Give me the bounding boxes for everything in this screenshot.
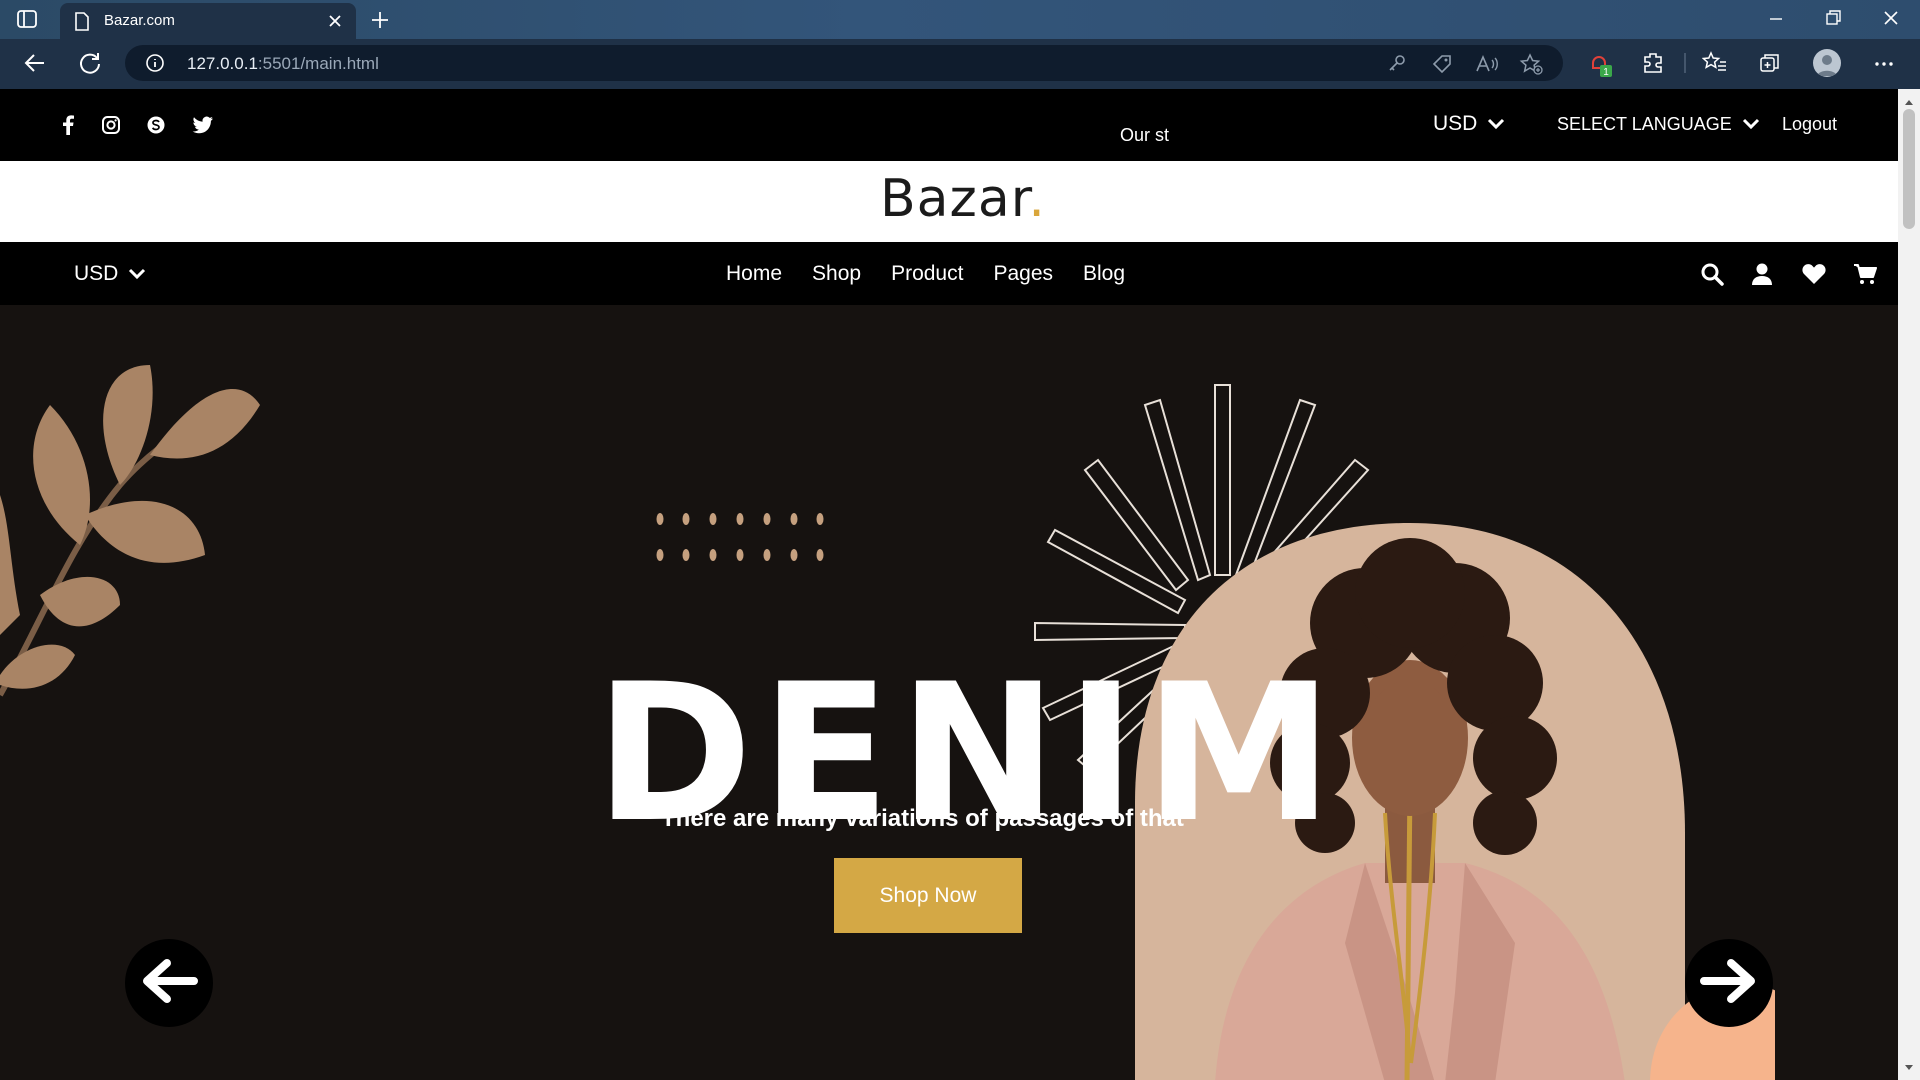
site-info-icon[interactable] [145,53,165,78]
main-navbar: USD Home Shop Product Pages Blog [0,242,1898,305]
new-tab-icon[interactable] [368,8,392,37]
hero-banner: DENIM There are many variations of passa… [0,305,1898,1080]
page-icon [74,12,90,36]
logo-dot: . [1028,169,1046,229]
user-icon[interactable] [1751,262,1773,291]
hero-subtitle: There are many variations of passages of… [661,805,1184,832]
collections-icon[interactable] [1758,51,1782,80]
key-icon[interactable] [1387,53,1407,78]
page-viewport: Our st USD SELECT LANGUAGE Logout Bazar.… [0,89,1898,1080]
profile-avatar-icon[interactable] [1813,49,1841,77]
url-path: :5501/main.html [257,54,379,73]
browser-tab[interactable]: Bazar.com [60,3,356,39]
next-slide-button[interactable] [1685,939,1773,1027]
tab-actions-icon[interactable] [16,8,42,32]
favorites-icon[interactable] [1701,51,1728,80]
chevron-down-icon [1742,114,1760,135]
url-field[interactable]: 127.0.0.1:5501/main.html [125,45,1563,81]
topbar-currency-label: USD [1433,112,1478,135]
close-window-icon[interactable] [1881,8,1901,33]
arrow-right-icon [1699,956,1759,1011]
extension-badge: 1 [1603,67,1609,78]
menu-item-pages[interactable]: Pages [993,262,1053,286]
language-select[interactable]: SELECT LANGUAGE [1557,114,1760,135]
url-text: 127.0.0.1:5501/main.html [187,54,379,74]
extension-alert-icon[interactable]: 1 [1588,51,1614,84]
reload-icon[interactable] [77,50,103,81]
menu-item-home[interactable]: Home [726,262,782,286]
url-host: 127.0.0.1 [187,54,258,73]
twitter-icon[interactable] [192,115,214,140]
toolbar-separator [1684,53,1686,78]
page-scrollbar[interactable] [1898,89,1920,1080]
logo-bar: Bazar. [0,161,1898,242]
add-favorite-icon[interactable] [1519,53,1543,80]
logout-link[interactable]: Logout [1782,114,1837,135]
chevron-down-icon [1487,112,1505,136]
more-menu-icon[interactable] [1872,52,1896,81]
leaf-branch-graphic [0,365,260,697]
shop-now-button[interactable]: Shop Now [834,858,1022,933]
marquee-text: Our st [1120,125,1170,145]
skype-icon[interactable] [146,115,166,140]
heart-icon[interactable] [1801,262,1827,291]
top-bar: Our st USD SELECT LANGUAGE Logout [0,89,1898,161]
prev-slide-button[interactable] [125,939,213,1027]
tag-icon[interactable] [1431,53,1453,80]
menu-item-product[interactable]: Product [891,262,963,286]
nav-currency-label: USD [74,262,119,285]
nav-currency-select[interactable]: USD [74,262,146,286]
search-icon[interactable] [1700,262,1724,291]
topbar-currency-select[interactable]: USD [1433,112,1505,136]
site-logo[interactable]: Bazar. [880,169,1046,229]
address-bar: 127.0.0.1:5501/main.html 1 [0,39,1920,89]
scrollbar-thumb[interactable] [1903,109,1915,229]
facebook-icon[interactable] [60,115,76,140]
minimize-icon[interactable] [1766,8,1786,33]
extensions-icon[interactable] [1641,51,1665,80]
close-tab-icon[interactable] [326,12,344,35]
tab-title: Bazar.com [104,12,175,29]
main-menu: Home Shop Product Pages Blog [726,262,1125,286]
language-label: SELECT LANGUAGE [1557,114,1732,134]
logo-text: Bazar [880,169,1029,229]
read-aloud-icon[interactable] [1475,53,1499,80]
dots-pattern-graphic [656,513,824,561]
menu-item-blog[interactable]: Blog [1083,262,1125,286]
restore-icon[interactable] [1823,8,1843,33]
chevron-down-icon [128,262,146,286]
instagram-icon[interactable] [101,115,121,140]
menu-item-shop[interactable]: Shop [812,262,861,286]
browser-tabstrip: Bazar.com [0,0,1920,39]
arrow-left-icon [139,956,199,1011]
scroll-down-icon[interactable] [1904,1059,1914,1077]
announcement-marquee: Our st [1120,125,1178,147]
back-icon[interactable] [22,50,48,81]
cart-icon[interactable] [1853,262,1877,291]
